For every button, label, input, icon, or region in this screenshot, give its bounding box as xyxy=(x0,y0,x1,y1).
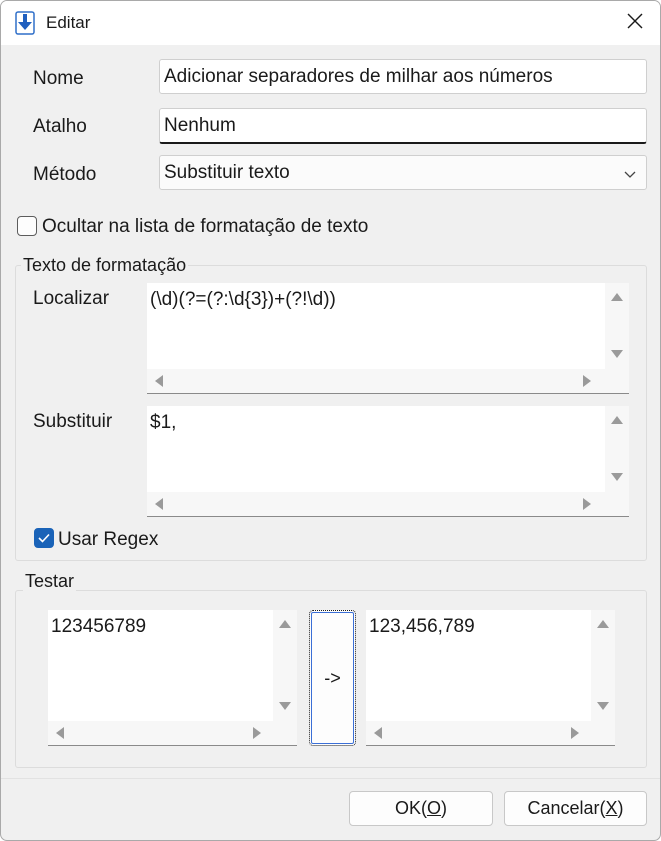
scroll-down-icon[interactable] xyxy=(611,350,623,358)
scroll-left-icon[interactable] xyxy=(374,727,382,739)
scroll-right-icon[interactable] xyxy=(583,375,591,387)
scroll-left-icon[interactable] xyxy=(56,727,64,739)
test-group-title: Testar xyxy=(23,571,77,592)
scroll-left-icon[interactable] xyxy=(155,375,163,387)
name-label: Nome xyxy=(33,68,84,89)
test-output-value: 123,456,789 xyxy=(369,616,475,637)
use-regex-checkbox[interactable] xyxy=(34,528,54,548)
name-value: Adicionar separadores de milhar aos núme… xyxy=(164,65,553,87)
download-arrow-icon xyxy=(15,11,35,35)
shortcut-value: Nenhum xyxy=(164,114,236,136)
close-button[interactable] xyxy=(613,7,657,39)
scroll-corner xyxy=(273,721,297,745)
scroll-up-icon[interactable] xyxy=(611,416,623,424)
cancel-button[interactable]: Cancelar(X) xyxy=(504,791,647,826)
ok-label: OK(O) xyxy=(394,798,448,818)
scroll-left-icon[interactable] xyxy=(155,498,163,510)
replace-textarea[interactable]: $1, xyxy=(147,406,629,517)
hide-in-list-checkbox[interactable] xyxy=(17,216,37,236)
shortcut-field[interactable]: Nenhum xyxy=(159,108,647,144)
scroll-up-icon[interactable] xyxy=(279,620,291,628)
test-output-vertical-scrollbar[interactable] xyxy=(591,610,615,721)
scroll-up-icon[interactable] xyxy=(611,293,623,301)
find-textarea[interactable]: (\d)(?=(?:\d{3})+(?!\d)) xyxy=(147,283,629,394)
scroll-corner xyxy=(591,721,615,745)
use-regex-label: Usar Regex xyxy=(58,529,159,550)
scroll-down-icon[interactable] xyxy=(597,702,609,710)
window-title: Editar xyxy=(46,13,91,32)
close-icon xyxy=(627,13,643,34)
method-label: Método xyxy=(33,164,97,185)
hide-in-list-label: Ocultar na lista de formatação de texto xyxy=(42,216,369,237)
replace-horizontal-scrollbar[interactable] xyxy=(147,492,605,516)
find-horizontal-scrollbar[interactable] xyxy=(147,369,605,393)
scroll-right-icon[interactable] xyxy=(583,498,591,510)
replace-vertical-scrollbar[interactable] xyxy=(605,406,629,493)
chevron-down-icon xyxy=(624,164,636,186)
test-input-horizontal-scrollbar[interactable] xyxy=(48,721,273,745)
run-test-button[interactable]: -> xyxy=(309,610,356,746)
title-bar: Editar xyxy=(1,1,660,45)
test-input-value: 123456789 xyxy=(51,616,147,637)
find-vertical-scrollbar[interactable] xyxy=(605,283,629,370)
replace-value: $1, xyxy=(150,412,177,433)
scroll-corner xyxy=(605,492,629,516)
edit-dialog: Editar Nome Adicionar separadores de mil… xyxy=(0,0,661,841)
scroll-right-icon[interactable] xyxy=(253,727,261,739)
test-output-horizontal-scrollbar[interactable] xyxy=(366,721,591,745)
method-select[interactable]: Substituir texto xyxy=(159,155,647,190)
scroll-right-icon[interactable] xyxy=(571,727,579,739)
format-group-title: Texto de formatação xyxy=(21,255,189,276)
method-value: Substituir texto xyxy=(164,161,290,183)
find-value: (\d)(?=(?:\d{3})+(?!\d)) xyxy=(150,289,336,310)
scroll-up-icon[interactable] xyxy=(597,620,609,628)
test-output-textarea[interactable]: 123,456,789 xyxy=(366,610,615,746)
footer-divider xyxy=(1,778,660,779)
scroll-corner xyxy=(605,369,629,393)
scroll-down-icon[interactable] xyxy=(611,473,623,481)
ok-button[interactable]: OK(O) xyxy=(349,791,493,826)
test-input-textarea[interactable]: 123456789 xyxy=(48,610,297,746)
test-input-vertical-scrollbar[interactable] xyxy=(273,610,297,721)
replace-label: Substituir xyxy=(33,411,113,432)
find-label: Localizar xyxy=(33,288,110,309)
name-field[interactable]: Adicionar separadores de milhar aos núme… xyxy=(159,59,647,94)
scroll-down-icon[interactable] xyxy=(279,702,291,710)
cancel-label: Cancelar(X) xyxy=(527,798,624,818)
run-test-label: -> xyxy=(324,667,341,688)
shortcut-label: Atalho xyxy=(33,116,87,137)
